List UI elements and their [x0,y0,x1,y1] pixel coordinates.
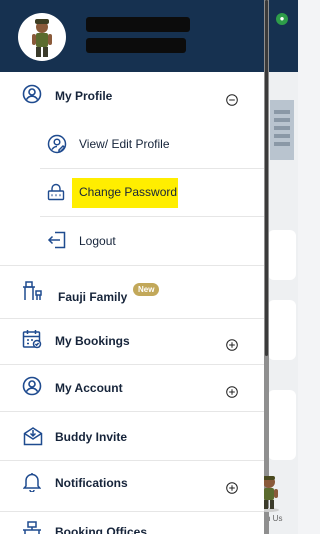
avatar[interactable] [18,13,66,61]
submenu-item-view-edit-profile[interactable]: View/ Edit Profile [0,122,264,168]
menu-label-booking-offices: Booking Offices [55,525,148,534]
menu-item-fauji-family[interactable]: Fauji Family [0,266,264,318]
office-icon [22,521,42,534]
submenu-label-view-edit-profile: View/ Edit Profile [79,137,170,151]
user-circle-icon [22,84,42,104]
menu-label-notifications: Notifications [55,476,128,490]
desk-chair-icon [22,281,42,301]
menu-label-buddy-invite: Buddy Invite [55,430,128,444]
background-card [268,230,296,280]
submenu-label-change-password: Change Password [79,185,178,199]
background-app: ● n Us [264,0,298,534]
menu-label-my-bookings: My Bookings [55,334,130,348]
background-card [268,300,296,360]
menu-item-my-account[interactable]: My Account [0,365,264,411]
new-badge: New [133,283,160,296]
plus-circle-icon[interactable] [226,385,238,398]
menu-item-my-bookings[interactable]: My Bookings [0,319,264,364]
submenu-item-change-password[interactable]: Change Password [0,169,264,216]
bell-icon [23,472,41,492]
menu-label-fauji-family: Fauji Family [58,290,128,304]
navigation-drawer: My Profile View/ Edit Profile Change Pas… [0,0,264,534]
menu-item-my-profile[interactable]: My Profile [0,72,264,122]
calendar-check-icon [22,329,42,349]
plus-circle-icon[interactable] [226,481,238,494]
menu-item-booking-offices[interactable]: Booking Offices [0,512,264,534]
submenu-item-logout[interactable]: Logout [0,217,264,265]
logout-icon [47,231,67,249]
background-status-dot: ● [276,13,288,25]
submenu-label-logout: Logout [79,234,116,248]
background-building-image [270,100,294,160]
user-circle-icon [22,376,42,396]
redacted-user-name [86,17,190,32]
menu-label-my-profile: My Profile [55,89,113,103]
menu-item-buddy-invite[interactable]: Buddy Invite [0,412,264,460]
background-card [268,390,296,460]
scrollbar-thumb[interactable] [265,0,268,356]
lock-icon [47,183,65,201]
minus-circle-icon[interactable] [226,93,238,106]
plus-circle-icon[interactable] [226,338,238,351]
user-edit-icon [47,134,67,154]
envelope-download-icon [23,426,43,446]
drawer-header [0,0,264,72]
menu-label-my-account: My Account [55,381,123,395]
background-header: ● [264,0,298,72]
menu-item-notifications[interactable]: Notifications [0,461,264,511]
redacted-user-detail [86,38,186,53]
